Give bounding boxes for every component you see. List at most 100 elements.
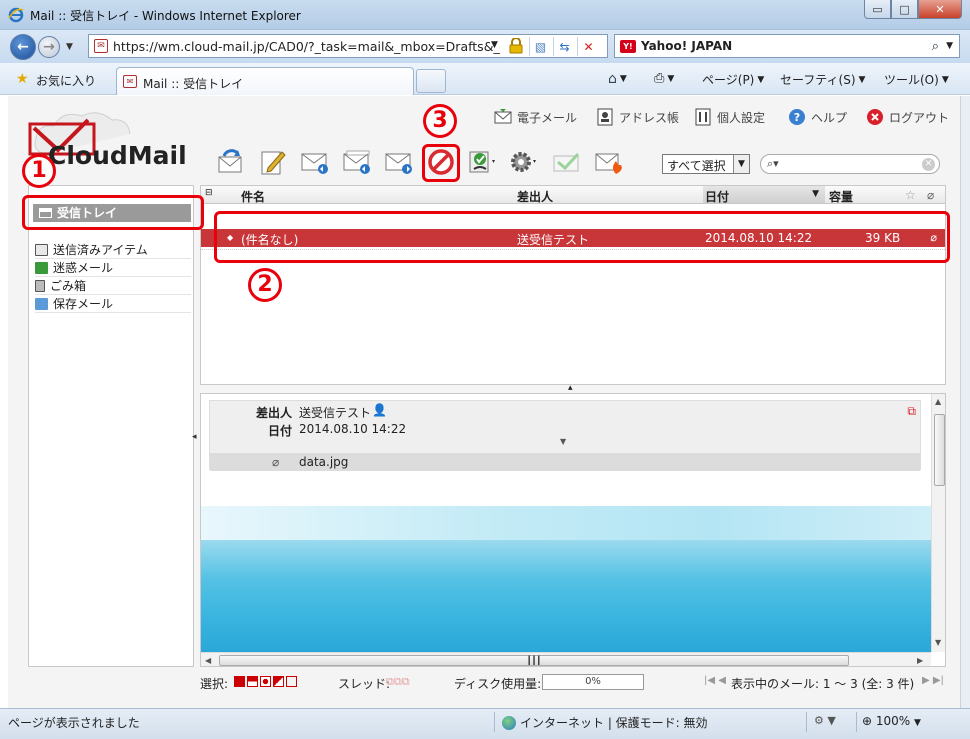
thread-icons[interactable]: ⧉⧉⧉ — [386, 675, 410, 689]
browser-tab[interactable]: ✉ Mail :: 受信トレイ — [116, 67, 414, 95]
favorites-star-icon[interactable]: ★ — [16, 71, 29, 87]
link-settings[interactable]: 個人設定 — [694, 108, 765, 126]
collapse-sidebar-icon[interactable]: ◂ — [192, 432, 197, 442]
column-subject[interactable]: 件名 — [241, 188, 265, 205]
scroll-thumb[interactable] — [934, 414, 945, 486]
zoom-level[interactable]: ⊕ 100% ▼ — [862, 714, 921, 728]
link-help[interactable]: ? ヘルプ — [788, 108, 847, 126]
new-tab-button[interactable] — [416, 69, 446, 93]
minimize-button[interactable]: ▭ — [864, 0, 891, 19]
date-value: 2014.08.10 14:22 — [299, 422, 407, 436]
lock-icon[interactable] — [509, 38, 523, 54]
gear-icon[interactable] — [508, 148, 538, 176]
select-unread-icon[interactable] — [260, 676, 271, 687]
forward-mail-icon[interactable] — [384, 148, 414, 176]
link-logout[interactable]: ログアウト — [866, 108, 949, 126]
logo-text: CloudMail — [48, 141, 187, 170]
page-scrollbar[interactable] — [960, 96, 970, 708]
attachment-link[interactable]: data.jpg — [299, 455, 348, 469]
status-divider — [856, 712, 857, 732]
print-button[interactable]: ⎙ ▼ — [654, 71, 674, 86]
hscroll-thumb[interactable]: ┃┃┃ — [219, 655, 849, 666]
mail-search-input[interactable]: ⌕▾ ✕ — [760, 154, 940, 174]
mark-spam-icon[interactable] — [468, 148, 498, 176]
annotation-number-2: 2 — [248, 268, 282, 302]
column-size[interactable]: 容量 — [829, 188, 853, 205]
yahoo-icon: Y! — [620, 40, 636, 53]
sidebar-item-sent[interactable]: 送信済みアイテム — [35, 241, 191, 259]
preview-horizontal-scrollbar[interactable]: ◀ ┃┃┃ ▶ — [201, 652, 931, 666]
select-page-icon[interactable] — [247, 676, 258, 687]
attachment-column-icon[interactable]: ⌀ — [927, 188, 934, 202]
thread-toggle-icon[interactable]: ⊟ — [205, 188, 213, 198]
url-text[interactable]: https://wm.cloud-mail.jp/CAD0/?_task=mai… — [113, 39, 500, 54]
status-divider — [494, 712, 495, 732]
tools-menu[interactable]: ツール(O) ▼ — [884, 71, 949, 88]
column-date[interactable]: 日付 ▼ — [703, 186, 825, 204]
history-dropdown-icon[interactable]: ▼ — [66, 42, 73, 52]
maximize-button[interactable]: □ — [891, 0, 918, 19]
forward-button[interactable]: → — [38, 36, 60, 58]
compose-icon[interactable] — [258, 148, 288, 176]
column-from[interactable]: 差出人 — [517, 188, 553, 205]
from-value[interactable]: 送受信テスト — [299, 404, 371, 421]
mail-footer: 選択: スレッド: ⧉⧉⧉ ディスク使用量: 0% |◀ ◀ 表示中のメール: … — [200, 672, 946, 694]
from-label: 差出人 — [255, 406, 292, 420]
address-dropdown-icon[interactable]: ▼ — [491, 40, 498, 50]
settings-icon — [695, 108, 711, 126]
refresh-icon: ⇆ — [559, 39, 570, 54]
back-button[interactable]: ← — [10, 34, 36, 60]
select-label: 選択: — [200, 677, 229, 691]
clear-search-icon[interactable]: ✕ — [922, 158, 935, 171]
page-menu[interactable]: ページ(P) ▼ — [702, 71, 764, 88]
select-all-dropdown[interactable]: すべて選択 ▼ — [662, 154, 750, 174]
ie-logo-icon — [8, 7, 24, 23]
flag-star-icon[interactable]: ☆ — [905, 188, 916, 202]
scroll-down-icon[interactable]: ▼ — [935, 638, 941, 647]
check-mail-icon[interactable] — [216, 148, 246, 176]
sent-folder-icon — [35, 243, 48, 256]
search-dropdown-icon[interactable]: ▼ — [946, 41, 953, 51]
search-icon[interactable]: ⌕ — [932, 39, 939, 54]
arrow-right-icon: → — [43, 39, 55, 55]
compatibility-view-button[interactable]: ▧ — [529, 37, 551, 56]
security-zone[interactable]: インターネット | 保護モード: 無効 — [502, 714, 708, 731]
mark-read-icon[interactable] — [552, 148, 582, 176]
reply-all-icon[interactable] — [342, 148, 372, 176]
open-window-icon[interactable]: ⧉ — [907, 404, 916, 419]
first-prev-page-icons[interactable]: |◀ ◀ — [704, 675, 726, 686]
scroll-left-icon[interactable]: ◀ — [205, 656, 211, 665]
disk-label: ディスク使用量: — [454, 677, 542, 691]
select-all-icon[interactable] — [234, 676, 245, 687]
scroll-up-icon[interactable]: ▲ — [935, 397, 941, 406]
search-icon[interactable]: ⌕▾ — [767, 157, 779, 171]
tab-favicon-icon: ✉ — [123, 75, 137, 88]
scroll-right-icon[interactable]: ▶ — [917, 656, 923, 665]
compatibility-icon: ▧ — [534, 39, 547, 54]
preview-vertical-scrollbar[interactable]: ▲ ▼ — [931, 394, 945, 652]
disk-usage-bar: 0% — [542, 674, 644, 690]
search-box[interactable]: Y! Yahoo! JAPAN ⌕ ▼ — [614, 34, 960, 58]
address-bar[interactable]: ✉ https://wm.cloud-mail.jp/CAD0/?_task=m… — [88, 34, 608, 58]
reply-icon[interactable] — [300, 148, 330, 176]
collapse-list-icon[interactable]: ▴ — [568, 383, 573, 393]
expand-headers-icon[interactable]: ▼ — [560, 437, 566, 446]
link-email[interactable]: 電子メール — [494, 108, 577, 126]
sidebar-item-trash[interactable]: ごみ箱 — [35, 277, 191, 295]
select-none-icon[interactable] — [286, 676, 297, 687]
attachment-bar: ⌀ data.jpg — [210, 453, 920, 471]
addon-status-icon[interactable]: ⚙ ▼ — [814, 714, 836, 727]
sidebar-item-spam[interactable]: 迷惑メール — [35, 259, 191, 277]
stop-button[interactable]: ✕ — [577, 37, 599, 56]
contact-icon[interactable]: 👤 — [372, 403, 387, 417]
close-window-button[interactable]: ✕ — [918, 0, 962, 19]
refresh-button[interactable]: ⇆ — [553, 37, 575, 56]
link-addressbook[interactable]: アドレス帳 — [596, 108, 679, 126]
next-last-page-icons[interactable]: ▶ ▶| — [922, 675, 944, 686]
invert-selection-icon[interactable] — [273, 676, 284, 687]
favorites-button[interactable]: お気に入り — [36, 72, 96, 89]
sidebar-item-saved[interactable]: 保存メール — [35, 295, 191, 313]
safety-menu[interactable]: セーフティ(S) ▼ — [780, 71, 865, 88]
home-button[interactable]: ⌂ ▼ — [608, 71, 627, 87]
delete-mail-icon[interactable] — [594, 148, 624, 176]
